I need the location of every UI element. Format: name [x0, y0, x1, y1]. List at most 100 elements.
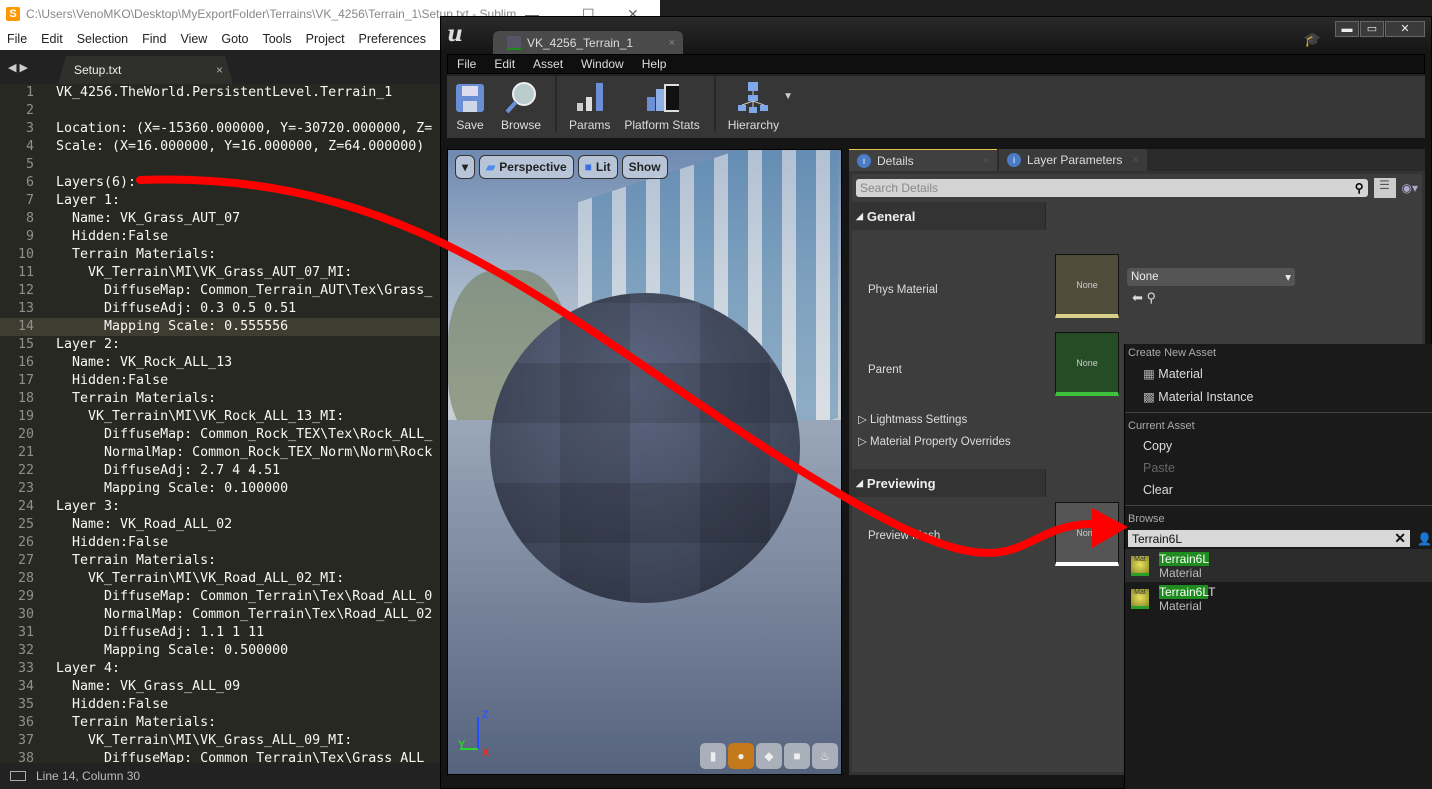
copy-item[interactable]: Copy	[1125, 435, 1432, 457]
code-line[interactable]: 5	[0, 156, 440, 174]
preview-cylinder-button[interactable]: ▮	[700, 743, 726, 769]
tab-close-icon[interactable]: ×	[216, 63, 223, 77]
tab-close-icon[interactable]: ×	[983, 155, 989, 167]
code-line[interactable]: 7 Layer 1:	[0, 192, 440, 210]
code-line[interactable]: 9 Hidden:False	[0, 228, 440, 246]
code-line[interactable]: 36 Terrain Materials:	[0, 714, 440, 732]
code-line[interactable]: 23 Mapping Scale: 0.100000	[0, 480, 440, 498]
code-line[interactable]: 16 Name: VK_Rock_ALL_13	[0, 354, 440, 372]
code-line[interactable]: 24 Layer 3:	[0, 498, 440, 516]
menu-edit[interactable]: Edit	[34, 32, 70, 46]
viewport-options-button[interactable]: ▾	[455, 155, 476, 179]
code-line[interactable]: 2	[0, 102, 440, 120]
platform-stats-button[interactable]: Platform Stats	[624, 81, 700, 132]
code-line[interactable]: 18 Terrain Materials:	[0, 390, 440, 408]
browse-button[interactable]: Browse	[501, 81, 541, 132]
code-line[interactable]: 1 VK_4256.TheWorld.PersistentLevel.Terrai…	[0, 84, 440, 102]
hierarchy-button[interactable]: Hierarchy	[728, 81, 779, 132]
code-line[interactable]: 28 VK_Terrain\MI\VK_Road_ALL_02_MI:	[0, 570, 440, 588]
parent-thumbnail[interactable]: None	[1055, 332, 1119, 396]
tab-close-icon[interactable]: ×	[1133, 154, 1139, 166]
tab-nav-arrows-icon[interactable]: ◀ ▶	[0, 61, 36, 84]
panel-toggle-icon[interactable]	[10, 771, 26, 781]
ue-close-icon[interactable]: ✕	[1385, 21, 1425, 37]
menu-selection[interactable]: Selection	[70, 32, 135, 46]
use-selected-arrow-icon[interactable]: ⬅ ⚲	[1132, 290, 1156, 306]
code-line[interactable]: 12 DiffuseMap: Common_Terrain_AUT\Tex\Gr…	[0, 282, 440, 300]
code-line[interactable]: 35 Hidden:False	[0, 696, 440, 714]
ue-maximize-icon[interactable]: ▭	[1360, 21, 1384, 37]
ue-menu-window[interactable]: Window	[572, 57, 633, 71]
code-line[interactable]: 20 DiffuseMap: Common_Rock_TEX\Tex\Rock_…	[0, 426, 440, 444]
create-material-instance-item[interactable]: ▩ Material Instance	[1125, 385, 1432, 408]
params-button[interactable]: Params	[569, 81, 610, 132]
ue-minimize-icon[interactable]: ▬	[1335, 21, 1359, 37]
code-editor[interactable]: 1 VK_4256.TheWorld.PersistentLevel.Terrai…	[0, 84, 440, 768]
lightmass-settings-row[interactable]: ▷ Lightmass Settings	[858, 412, 967, 426]
tutorial-hat-icon[interactable]: 🎓	[1304, 31, 1321, 48]
ue-menu-asset[interactable]: Asset	[524, 57, 572, 71]
code-line[interactable]: 33 Layer 4:	[0, 660, 440, 678]
code-line[interactable]: 11 VK_Terrain\MI\VK_Grass_AUT_07_MI:	[0, 264, 440, 282]
clear-search-icon[interactable]: ✕	[1394, 530, 1406, 547]
ue-menu-file[interactable]: File	[448, 57, 485, 71]
preview-mesh-thumbnail[interactable]: None	[1055, 502, 1119, 566]
code-line[interactable]: 32 Mapping Scale: 0.500000	[0, 642, 440, 660]
phys-material-combo[interactable]: None ▾	[1127, 268, 1295, 286]
show-button[interactable]: Show	[621, 155, 668, 179]
preview-teapot-button[interactable]: ♨	[812, 743, 838, 769]
code-line[interactable]: 8 Name: VK_Grass_AUT_07	[0, 210, 440, 228]
asset-tab[interactable]: VK_4256_Terrain_1 ×	[493, 31, 683, 54]
code-line[interactable]: 22 DiffuseAdj: 2.7 4 4.51	[0, 462, 440, 480]
preview-cube-button[interactable]: ■	[784, 743, 810, 769]
code-line[interactable]: 14 Mapping Scale: 0.555556	[0, 318, 440, 336]
code-line[interactable]: 31 DiffuseAdj: 1.1 1 11	[0, 624, 440, 642]
search-result-item[interactable]: Mat Terrain6LT Material	[1125, 582, 1432, 615]
menu-preferences[interactable]: Preferences	[352, 32, 433, 46]
menu-find[interactable]: Find	[135, 32, 173, 46]
lit-button[interactable]: ■ Lit	[577, 155, 618, 179]
save-button[interactable]: Save	[453, 81, 487, 132]
code-line[interactable]: 21 NormalMap: Common_Rock_TEX_Norm\Norm\…	[0, 444, 440, 462]
preview-plane-button[interactable]: ◆	[756, 743, 782, 769]
hierarchy-dropdown-icon[interactable]: ▼	[783, 91, 793, 102]
clear-item[interactable]: Clear	[1125, 479, 1432, 501]
code-line[interactable]: 37 VK_Terrain\MI\VK_Grass_ALL_09_MI:	[0, 732, 440, 750]
code-line[interactable]: 6 Layers(6):	[0, 174, 440, 192]
code-line[interactable]: 13 DiffuseAdj: 0.3 0.5 0.51	[0, 300, 440, 318]
menu-project[interactable]: Project	[299, 32, 352, 46]
create-material-item[interactable]: ▦ Material	[1125, 362, 1432, 385]
category-previewing[interactable]: ◢ Previewing	[852, 469, 1046, 497]
tab-setup-txt[interactable]: Setup.txt ×	[58, 56, 233, 84]
visibility-eye-icon[interactable]: ◉▾	[1402, 181, 1419, 195]
code-line[interactable]: 3 Location: (X=-15360.000000, Y=-30720.00…	[0, 120, 440, 138]
code-line[interactable]: 17 Hidden:False	[0, 372, 440, 390]
tab-layer-parameters[interactable]: i Layer Parameters ×	[999, 149, 1147, 171]
user-filter-icon[interactable]: 👤	[1417, 532, 1432, 546]
code-line[interactable]: 29 DiffuseMap: Common_Terrain\Tex\Road_A…	[0, 588, 440, 606]
tab-details[interactable]: i Details ×	[849, 149, 997, 171]
material-preview-viewport[interactable]: ▾ ▰ Perspective ■ Lit Show Z Y X ▮ ● ◆ ■ ♨	[447, 149, 842, 775]
code-line[interactable]: 4 Scale: (X=16.000000, Y=16.000000, Z=64.…	[0, 138, 440, 156]
code-line[interactable]: 26 Hidden:False	[0, 534, 440, 552]
menu-tools[interactable]: Tools	[255, 32, 298, 46]
menu-goto[interactable]: Goto	[214, 32, 255, 46]
phys-material-thumbnail[interactable]: None	[1055, 254, 1119, 318]
ue-menu-edit[interactable]: Edit	[485, 57, 524, 71]
ue-menu-help[interactable]: Help	[633, 57, 676, 71]
search-result-item[interactable]: Mat Terrain6L Material	[1125, 549, 1432, 582]
code-line[interactable]: 10 Terrain Materials:	[0, 246, 440, 264]
code-line[interactable]: 34 Name: VK_Grass_ALL_09	[0, 678, 440, 696]
category-general[interactable]: ◢ General	[852, 202, 1046, 230]
code-line[interactable]: 27 Terrain Materials:	[0, 552, 440, 570]
perspective-button[interactable]: ▰ Perspective	[479, 155, 574, 179]
menu-file[interactable]: File	[0, 32, 34, 46]
code-line[interactable]: 19 VK_Terrain\MI\VK_Rock_ALL_13_MI:	[0, 408, 440, 426]
asset-search-input[interactable]: Terrain6L ✕	[1128, 530, 1410, 547]
material-property-overrides-row[interactable]: ▷ Material Property Overrides	[858, 434, 1011, 448]
code-line[interactable]: 25 Name: VK_Road_ALL_02	[0, 516, 440, 534]
code-line[interactable]: 30 NormalMap: Common_Terrain\Tex\Road_AL…	[0, 606, 440, 624]
menu-view[interactable]: View	[173, 32, 214, 46]
view-options-icon[interactable]: ☰	[1373, 178, 1396, 198]
code-line[interactable]: 15 Layer 2:	[0, 336, 440, 354]
